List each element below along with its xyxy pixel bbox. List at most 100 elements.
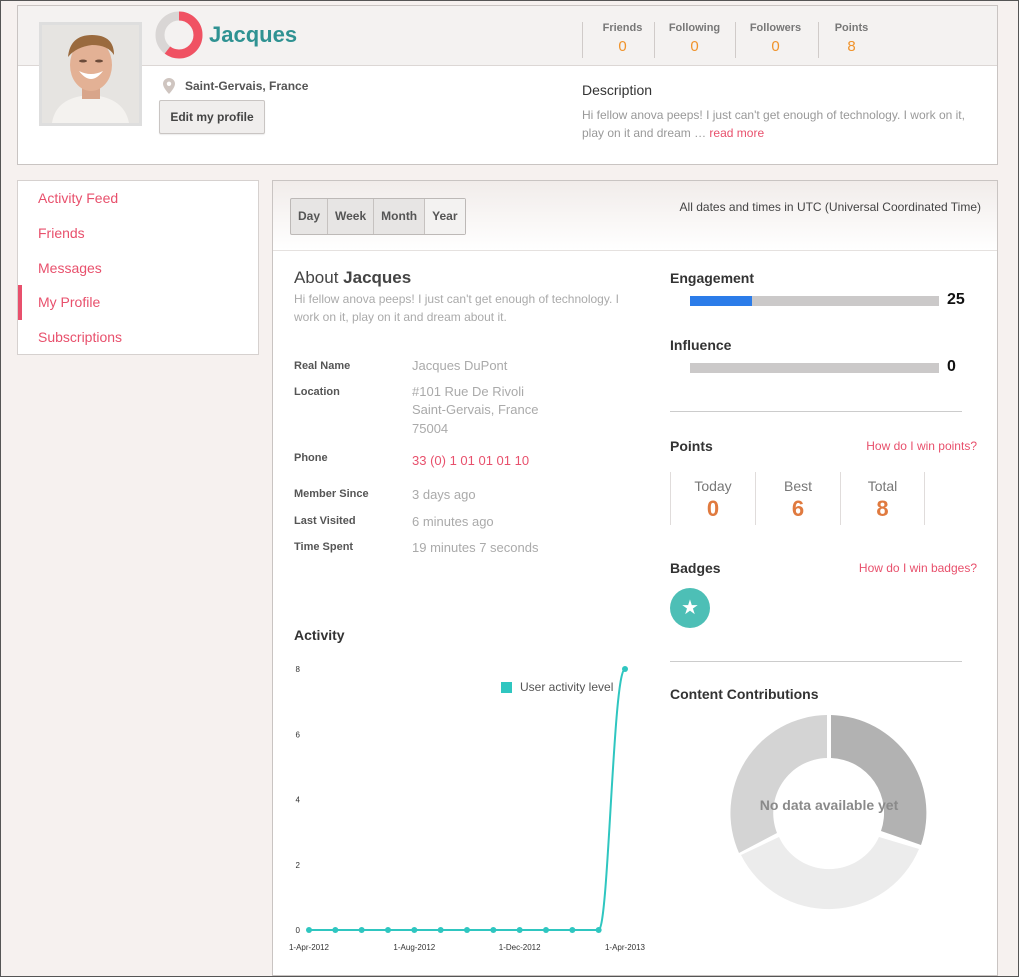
- data-point: [332, 927, 339, 933]
- real-name-label: Real Name: [294, 360, 351, 372]
- profile-progress-ring: [155, 11, 203, 59]
- content-contributions-donut: [730, 715, 927, 910]
- time-spent-label: Time Spent: [294, 541, 354, 553]
- data-point: [622, 666, 628, 672]
- profile-name: Jacques: [209, 22, 298, 47]
- activity-title: Activity: [294, 627, 345, 643]
- edit-profile-button[interactable]: Edit my profile: [159, 100, 265, 134]
- stat-friends[interactable]: Friends 0: [582, 22, 662, 58]
- stat-label: Following: [668, 22, 721, 34]
- sidebar-item-my-profile[interactable]: My Profile: [18, 285, 258, 320]
- stat-label: Points: [834, 22, 869, 34]
- y-tick-label: 4: [296, 796, 301, 805]
- data-point: [490, 927, 497, 933]
- points-best-value: 6: [791, 496, 805, 521]
- y-tick-label: 2: [296, 861, 301, 870]
- tab-week[interactable]: Week: [328, 199, 375, 234]
- avatar[interactable]: [39, 22, 142, 126]
- points-today-label: Today: [694, 478, 732, 494]
- content-contributions-title: Content Contributions: [670, 686, 819, 702]
- stat-value: 0: [690, 38, 699, 55]
- data-point: [516, 927, 523, 933]
- data-point: [358, 927, 365, 933]
- stat-following[interactable]: Following 0: [654, 22, 734, 58]
- tab-year[interactable]: Year: [425, 199, 465, 234]
- points-title: Points: [670, 438, 713, 454]
- member-since-label: Member Since: [294, 488, 369, 500]
- location-label: Location: [294, 386, 340, 398]
- description-body: Hi fellow anova peeps! I just can't get …: [582, 108, 965, 140]
- timezone-note: All dates and times in UTC (Universal Co…: [679, 200, 981, 214]
- member-since-value: 3 days ago: [412, 487, 476, 502]
- x-tick-label: 1-Apr-2013: [605, 943, 646, 952]
- engagement-bar-fill: [690, 296, 753, 306]
- address-line-1: #101 Rue De Rivoli: [412, 384, 525, 399]
- profile-header-card: Jacques Friends 0 Following 0 Followers …: [17, 5, 998, 165]
- time-spent-value: 19 minutes 7 seconds: [412, 540, 539, 555]
- last-visited-label: Last Visited: [294, 515, 356, 527]
- date-range-tabs: Day Week Month Year: [290, 198, 466, 235]
- address-line-3: 75004: [412, 421, 449, 436]
- points-help-link[interactable]: How do I win points?: [866, 439, 977, 453]
- stat-value: 8: [847, 38, 856, 55]
- points-total: Total 8: [840, 472, 925, 525]
- legend-label: User activity level: [520, 680, 613, 694]
- tab-month[interactable]: Month: [374, 199, 426, 234]
- points-total-value: 8: [876, 496, 889, 521]
- x-tick-label: 1-Dec-2012: [499, 943, 541, 952]
- y-tick-label: 8: [296, 665, 301, 674]
- sidebar-item-activity-feed[interactable]: Activity Feed: [18, 181, 258, 216]
- badges-title: Badges: [670, 560, 721, 576]
- star-icon[interactable]: ★: [670, 588, 710, 628]
- points-total-label: Total: [867, 478, 898, 494]
- data-point: [437, 927, 444, 933]
- influence-title: Influence: [670, 337, 732, 353]
- last-visited-value: 6 minutes ago: [412, 514, 494, 529]
- phone-label: Phone: [294, 452, 328, 464]
- engagement-bar: [690, 296, 939, 306]
- phone-link[interactable]: 33 (0) 1 01 01 01 10: [412, 452, 529, 470]
- legend-swatch: [501, 682, 512, 693]
- content-empty-text: No data available yet: [759, 797, 899, 813]
- about-title-name: Jacques: [343, 268, 412, 287]
- address-line-2: Saint-Gervais, France: [412, 402, 539, 417]
- x-tick-label: 1-Apr-2012: [289, 943, 330, 952]
- about-text: Hi fellow anova peeps! I just can't get …: [294, 292, 619, 324]
- profile-location: Saint-Gervais, France: [185, 79, 309, 93]
- sidebar-item-messages[interactable]: Messages: [18, 251, 258, 286]
- badges-help-link[interactable]: How do I win badges?: [859, 561, 977, 575]
- sidebar-nav: Activity Feed Friends Messages My Profil…: [17, 180, 259, 355]
- description-text: Hi fellow anova peeps! I just can't get …: [582, 106, 977, 142]
- engagement-title: Engagement: [670, 270, 755, 286]
- y-tick-label: 0: [296, 926, 301, 935]
- points-today: Today 0: [670, 472, 755, 525]
- divider: [670, 411, 962, 412]
- avatar-photo: [42, 25, 139, 123]
- main-panel: Day Week Month Year All dates and times …: [272, 180, 998, 976]
- data-point: [306, 927, 312, 933]
- stat-followers[interactable]: Followers 0: [735, 22, 815, 58]
- stat-value: 0: [618, 38, 627, 55]
- real-name-value: Jacques DuPont: [412, 358, 508, 373]
- y-tick-label: 6: [296, 730, 301, 739]
- about-title: About Jacques: [294, 268, 411, 288]
- points-today-value: 0: [706, 496, 720, 521]
- x-tick-label: 1-Aug-2012: [393, 943, 435, 952]
- data-point: [411, 927, 418, 933]
- read-more-link[interactable]: read more: [709, 126, 764, 140]
- sidebar-item-subscriptions[interactable]: Subscriptions: [18, 320, 258, 355]
- series-line: [309, 668, 626, 931]
- sidebar-item-friends[interactable]: Friends: [18, 216, 258, 251]
- points-best: Best 6: [755, 472, 840, 525]
- engagement-value: 25: [947, 291, 965, 308]
- location-pin-icon: [163, 78, 175, 94]
- tab-day[interactable]: Day: [291, 199, 329, 234]
- data-point: [595, 927, 602, 933]
- activity-chart: 0 2 4 6 8 1-Apr-2012 1-Aug-2012 1-Dec-2012 1-Apr…: [289, 665, 646, 952]
- stat-points[interactable]: Points 8: [818, 22, 884, 58]
- data-point: [569, 927, 576, 933]
- data-point: [464, 927, 470, 933]
- about-title-prefix: About: [294, 268, 339, 287]
- data-point: [543, 927, 549, 933]
- divider: [670, 661, 962, 662]
